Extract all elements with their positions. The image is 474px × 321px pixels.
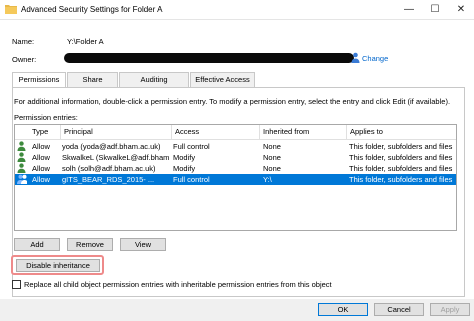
- view-button[interactable]: View: [120, 238, 166, 251]
- window-title: Advanced Security Settings for Folder A: [21, 5, 163, 14]
- entry-access: Modify: [173, 164, 196, 173]
- column-header-access[interactable]: Access: [172, 125, 260, 140]
- entry-access: Full control: [173, 142, 210, 151]
- replace-child-permissions-label[interactable]: Replace all child object permission entr…: [24, 280, 332, 289]
- permission-entries-grid[interactable]: Type Principal Access Inherited from App…: [14, 124, 457, 231]
- entry-principal: solh (solh@adf.bham.ac.uk): [62, 164, 156, 173]
- ok-button[interactable]: OK: [318, 303, 368, 316]
- column-header-inherited-from[interactable]: Inherited from: [260, 125, 347, 140]
- entry-type: Allow: [32, 175, 50, 184]
- entry-type: Allow: [32, 164, 50, 173]
- entry-access: Full control: [173, 175, 210, 184]
- title-bar: Advanced Security Settings for Folder A …: [0, 0, 474, 20]
- entry-type: Allow: [32, 153, 50, 162]
- info-text: For additional information, double-click…: [14, 97, 451, 106]
- name-label: Name:: [12, 37, 35, 46]
- close-button[interactable]: ✕: [448, 0, 474, 20]
- user-icon: [17, 141, 27, 152]
- entry-principal: SkwalkeL (SkwalkeL@adf.bham.ac.uk): [62, 153, 169, 162]
- disable-inheritance-button[interactable]: Disable inheritance: [16, 259, 100, 272]
- owner-redaction: [64, 53, 354, 63]
- maximize-button[interactable]: ☐: [422, 0, 448, 20]
- group-icon: [17, 174, 27, 185]
- column-header-type[interactable]: Type: [29, 125, 61, 140]
- grid-header: Type Principal Access Inherited from App…: [15, 125, 456, 140]
- apply-button[interactable]: Apply: [430, 303, 470, 316]
- table-row[interactable]: Allow SkwalkeL (SkwalkeL@adf.bham.ac.uk)…: [15, 152, 456, 163]
- entry-applies-to: This folder, subfolders and files: [349, 153, 453, 162]
- owner-label: Owner:: [12, 55, 37, 64]
- entry-principal: yoda (yoda@adf.bham.ac.uk): [62, 142, 161, 151]
- tab-permissions[interactable]: Permissions: [12, 72, 66, 88]
- entries-label: Permission entries:: [14, 113, 78, 122]
- entry-applies-to: This folder, subfolders and files: [349, 164, 453, 173]
- shield-user-icon: [351, 52, 360, 63]
- table-row[interactable]: Allow yoda (yoda@adf.bham.ac.uk) Full co…: [15, 141, 456, 152]
- tab-auditing[interactable]: Auditing: [119, 72, 189, 87]
- name-value: Y:\Folder A: [67, 37, 104, 46]
- column-header-principal[interactable]: Principal: [61, 125, 172, 140]
- entry-access: Modify: [173, 153, 196, 162]
- add-button[interactable]: Add: [14, 238, 60, 251]
- minimize-button[interactable]: —: [396, 0, 422, 20]
- tab-share[interactable]: Share: [67, 72, 118, 87]
- folder-icon: [5, 4, 17, 14]
- replace-child-permissions-checkbox[interactable]: [12, 280, 21, 289]
- change-owner-link[interactable]: Change: [362, 54, 388, 63]
- entry-applies-to: This folder, subfolders and files: [349, 175, 453, 184]
- entry-type: Allow: [32, 142, 50, 151]
- entry-inherited-from: None: [263, 164, 281, 173]
- table-row-selected[interactable]: Allow gITS_BEAR_RDS_2015- ... Full contr…: [15, 174, 456, 185]
- remove-button[interactable]: Remove: [67, 238, 113, 251]
- entry-applies-to: This folder, subfolders and files: [349, 142, 453, 151]
- tab-effective-access[interactable]: Effective Access: [190, 72, 255, 87]
- entry-inherited-from: None: [263, 142, 281, 151]
- user-icon: [17, 163, 27, 174]
- entry-inherited-from: None: [263, 153, 281, 162]
- column-header-applies-to[interactable]: Applies to: [347, 125, 456, 140]
- entry-principal: gITS_BEAR_RDS_2015- ...: [62, 175, 155, 184]
- entry-inherited-from: Y:\: [263, 175, 272, 184]
- user-icon: [17, 152, 27, 163]
- table-row[interactable]: Allow solh (solh@adf.bham.ac.uk) Modify …: [15, 163, 456, 174]
- cancel-button[interactable]: Cancel: [374, 303, 424, 316]
